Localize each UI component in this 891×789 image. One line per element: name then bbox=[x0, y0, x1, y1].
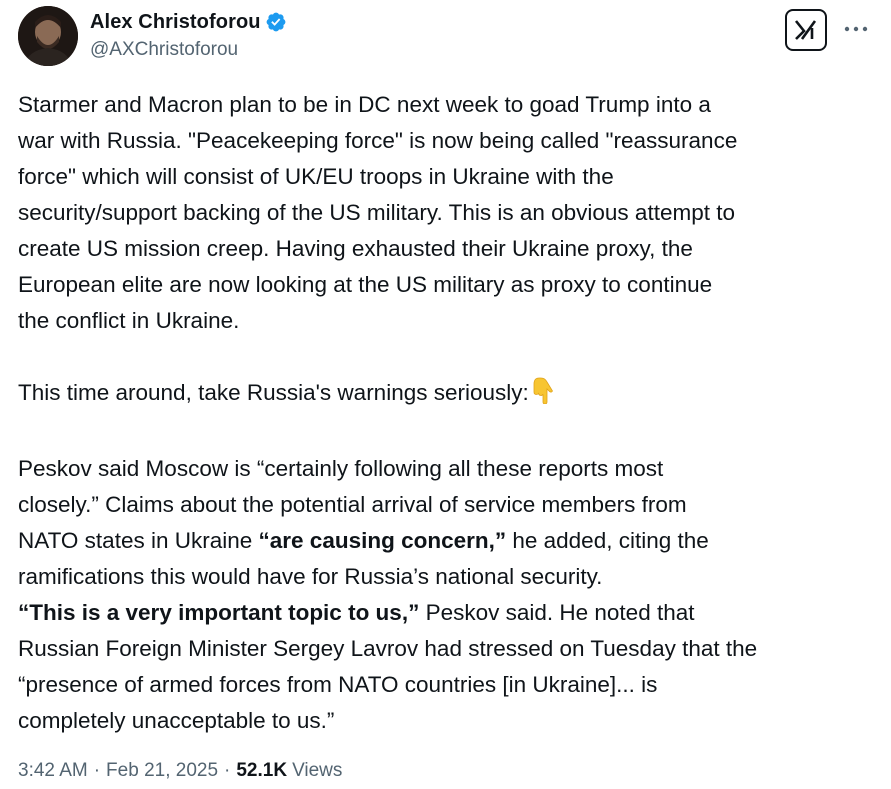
tweet-line: NATO states in Ukraine “are causing conc… bbox=[18, 523, 878, 559]
avatar[interactable] bbox=[18, 6, 78, 66]
timestamp-link[interactable]: 3:42 AM · Feb 21, 2025 bbox=[18, 760, 218, 782]
post-date: Feb 21, 2025 bbox=[106, 760, 219, 781]
meta-separator: · bbox=[224, 760, 231, 781]
more-dots-icon bbox=[844, 26, 868, 32]
tweet-line: Peskov said Moscow is “certainly followi… bbox=[18, 456, 664, 481]
meta-separator: · bbox=[93, 760, 101, 781]
tweet-line: “presence of armed forces from NATO coun… bbox=[18, 672, 658, 697]
line-text: Peskov said. He noted that bbox=[419, 600, 695, 625]
tweet-meta: 3:42 AM · Feb 21, 2025 · 52.1K Views bbox=[18, 760, 342, 782]
tweet-header: Alex Christoforou @AXChristoforou bbox=[18, 6, 873, 68]
grok-button[interactable] bbox=[785, 9, 827, 51]
tweet-line: security/support backing of the US milit… bbox=[18, 200, 735, 225]
tweet-line: ramifications this would have for Russia… bbox=[18, 564, 603, 589]
tweet-text: Starmer and Macron plan to be in DC next… bbox=[18, 87, 878, 739]
display-name[interactable]: Alex Christoforou bbox=[90, 11, 261, 34]
display-name-row: Alex Christoforou bbox=[90, 8, 287, 36]
tweet-card: Alex Christoforou @AXChristoforou Starme… bbox=[0, 0, 891, 789]
tweet-line: Russian Foreign Minister Sergey Lavrov h… bbox=[18, 636, 758, 661]
verified-badge-icon[interactable] bbox=[265, 11, 287, 33]
tweet-line: create US mission creep. Having exhauste… bbox=[18, 236, 693, 261]
tweet-line: Starmer and Macron plan to be in DC next… bbox=[18, 92, 711, 117]
author-names: Alex Christoforou @AXChristoforou bbox=[90, 8, 287, 61]
warning-text: This time around, take Russia's warnings… bbox=[18, 380, 529, 405]
tweet-line: European elite are now looking at the US… bbox=[18, 272, 713, 297]
bold-quote: “This is a very important topic to us,” bbox=[18, 600, 420, 625]
pointing-down-emoji-icon bbox=[531, 376, 555, 415]
more-options-button[interactable] bbox=[839, 14, 873, 44]
post-time: 3:42 AM bbox=[18, 760, 88, 781]
views-label: Views bbox=[292, 760, 343, 781]
grok-icon bbox=[794, 20, 817, 40]
tweet-line: war with Russia. "Peacekeeping force" is… bbox=[18, 128, 738, 153]
tweet-line: completely unacceptable to us.” bbox=[18, 708, 335, 733]
views-count[interactable]: 52.1K bbox=[236, 760, 287, 782]
author-handle[interactable]: @AXChristoforou bbox=[90, 39, 287, 61]
bold-quote: “are causing concern,” bbox=[258, 528, 507, 553]
tweet-line: “This is a very important topic to us,” … bbox=[18, 595, 878, 631]
tweet-line: force" which will consist of UK/EU troop… bbox=[18, 164, 614, 189]
tweet-line: This time around, take Russia's warnings… bbox=[18, 375, 878, 415]
line-text: NATO states in Ukraine bbox=[18, 528, 259, 553]
avatar-photo bbox=[18, 6, 78, 66]
line-text: he added, citing the bbox=[506, 528, 709, 553]
tweet-line: the conflict in Ukraine. bbox=[18, 308, 240, 333]
tweet-line: closely.” Claims about the potential arr… bbox=[18, 492, 687, 517]
